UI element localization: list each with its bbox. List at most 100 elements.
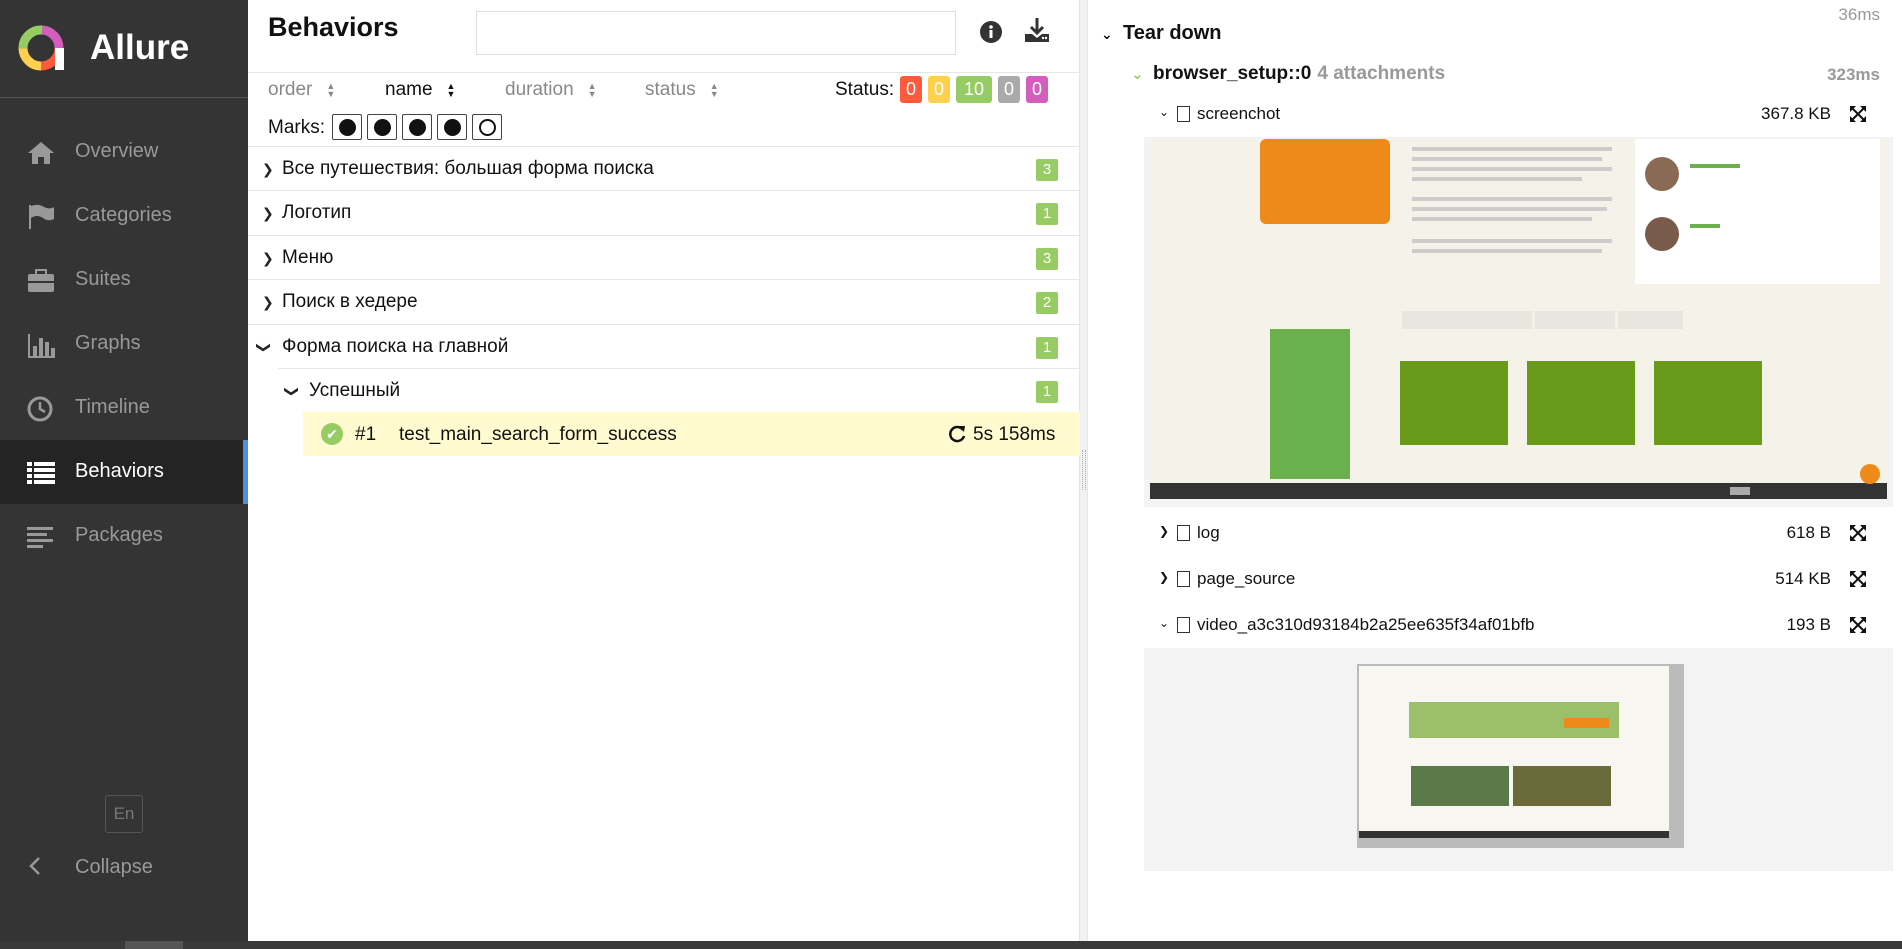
passed-count-badge: 2 [1036,292,1058,314]
expand-icon[interactable] [1849,105,1867,123]
group-label: Все путешествия: большая форма поиска [282,158,654,179]
attachments-count: 4 attachments [1317,63,1446,84]
mark-new-failed-toggle[interactable] [367,114,397,140]
attachment-row[interactable]: ⌄ screenchot 367.8 KB [1159,101,1879,131]
group-label: Меню [282,247,334,268]
chevron-down-icon: ⌄ [1159,616,1170,630]
sidebar-item-label: Behaviors [75,460,164,482]
tree-group[interactable]: ❯ Форма поиска на главной 1 [248,324,1080,369]
sidebar-item-label: Overview [75,140,159,162]
sort-by-duration[interactable]: duration ▲ ▼ [505,79,597,101]
step-row[interactable]: ⌄ browser_setup::0 4 attachments [1131,63,1445,85]
sort-by-order[interactable]: order ▲ ▼ [268,79,335,101]
chevron-down-icon: ❯ [284,385,301,398]
status-broken-toggle[interactable]: 0 [928,76,950,103]
scrollbar-thumb[interactable] [125,941,183,949]
collapse-label: Collapse [75,856,153,878]
attachment-row[interactable]: ❯ page_source 514 KB [1159,566,1879,596]
download-icon[interactable] [1023,16,1051,44]
sort-by-status[interactable]: status ▲ ▼ [645,79,719,101]
expand-icon[interactable] [1849,524,1867,542]
sidebar-item-categories[interactable]: Categories [0,184,248,248]
tree-group[interactable]: ❯ Успешный 1 [278,368,1080,413]
sidebar-item-label: Packages [75,524,163,546]
video-frame [1359,666,1669,838]
bomb-icon [339,119,356,136]
horizontal-scrollbar[interactable] [0,941,1902,949]
attachment-size: 193 B [1786,615,1831,634]
status-failed-toggle[interactable]: 0 [900,76,922,103]
sidebar-item-behaviors[interactable]: Behaviors [0,440,248,504]
sidebar-item-packages[interactable]: Packages [0,504,248,568]
align-left-icon [27,527,53,548]
brand[interactable]: Allure [0,0,248,98]
attachment-row[interactable]: ❯ log 618 B [1159,520,1879,550]
mark-new-passed-toggle[interactable] [402,114,432,140]
group-label: Логотип [282,202,352,223]
chevron-right-icon: ❯ [262,161,274,177]
refresh-icon [949,425,966,443]
sort-icon: ▲ ▼ [326,80,336,99]
sidebar-item-label: Graphs [75,332,141,354]
page-title: Behaviors [268,12,399,42]
teardown-section-toggle[interactable]: ⌄ Tear down [1101,22,1222,45]
code-file-icon [1177,617,1190,633]
sidebar: Allure Overview Categories Suites Graphs… [0,0,248,941]
attachment-row[interactable]: ⌄ video_a3c310d93184b2a25ee635f34af01bfb… [1159,612,1879,642]
chevron-down-icon: ⌄ [1131,66,1144,83]
chevron-down-icon: ⌄ [1101,26,1113,42]
chevron-down-icon: ⌄ [1159,105,1170,119]
pane-splitter[interactable] [1080,0,1088,941]
search-input[interactable] [476,11,956,55]
tree-group[interactable]: ❯ Поиск в хедере 2 [248,279,1080,324]
step-duration: 36ms [1838,5,1880,24]
collapse-button[interactable]: Collapse [28,852,153,886]
test-case-row[interactable]: ✔ #1 test_main_search_form_success 5s 15… [303,412,1080,456]
language-switch-button[interactable]: En [105,795,143,833]
tree-group[interactable]: ❯ Все путешествия: большая форма поиска … [248,146,1080,191]
brand-name: Allure [90,28,190,67]
sidebar-item-overview[interactable]: Overview [0,120,248,184]
section-title: Tear down [1123,22,1222,44]
group-label: Поиск в хедере [282,291,418,312]
expand-icon[interactable] [1849,616,1867,634]
status-passed-toggle[interactable]: 10 [956,76,992,103]
test-number: #1 [355,424,377,445]
clock-icon [27,396,53,422]
chevron-right-icon: ❯ [262,294,274,310]
video-player[interactable] [1357,664,1684,848]
sidebar-item-timeline[interactable]: Timeline [0,376,248,440]
sort-by-name[interactable]: name ▲ ▼ [385,79,455,101]
screenshot-preview[interactable] [1144,137,1893,507]
code-file-icon [1177,571,1190,587]
chevron-left-icon [29,857,40,875]
passed-count-badge: 1 [1036,381,1058,403]
tree-group[interactable]: ❯ Логотип 1 [248,190,1080,235]
tree-group[interactable]: ❯ Меню 3 [248,235,1080,280]
attachment-size: 367.8 KB [1761,104,1831,123]
divider [248,72,1080,73]
expand-icon[interactable] [1849,570,1867,588]
group-label: Успешный [309,380,401,401]
passed-status-icon: ✔ [321,423,343,445]
test-name: test_main_search_form_success [399,424,677,445]
home-icon [28,142,54,164]
mark-retries-toggle[interactable] [472,114,502,140]
step-name: browser_setup::0 [1153,63,1312,84]
status-unknown-toggle[interactable]: 0 [1026,76,1048,103]
status-skipped-toggle[interactable]: 0 [998,76,1020,103]
briefcase-icon [28,269,54,292]
sidebar-item-suites[interactable]: Suites [0,248,248,312]
mark-new-broken-toggle[interactable] [437,114,467,140]
video-preview[interactable] [1144,648,1893,871]
sort-label: duration [505,79,574,100]
test-details-panel: 36ms ⌄ Tear down ⌄ browser_setup::0 4 attac… [1089,0,1902,941]
mark-flaky-toggle[interactable] [332,114,362,140]
splitter-grip[interactable] [1082,450,1086,490]
attachment-name: screenchot [1197,104,1281,123]
sidebar-item-graphs[interactable]: Graphs [0,312,248,376]
sidebar-item-label: Suites [75,268,131,290]
allure-report: Allure Overview Categories Suites Graphs… [0,0,1902,949]
passed-count-badge: 3 [1036,248,1058,270]
info-icon[interactable] [980,21,1002,43]
